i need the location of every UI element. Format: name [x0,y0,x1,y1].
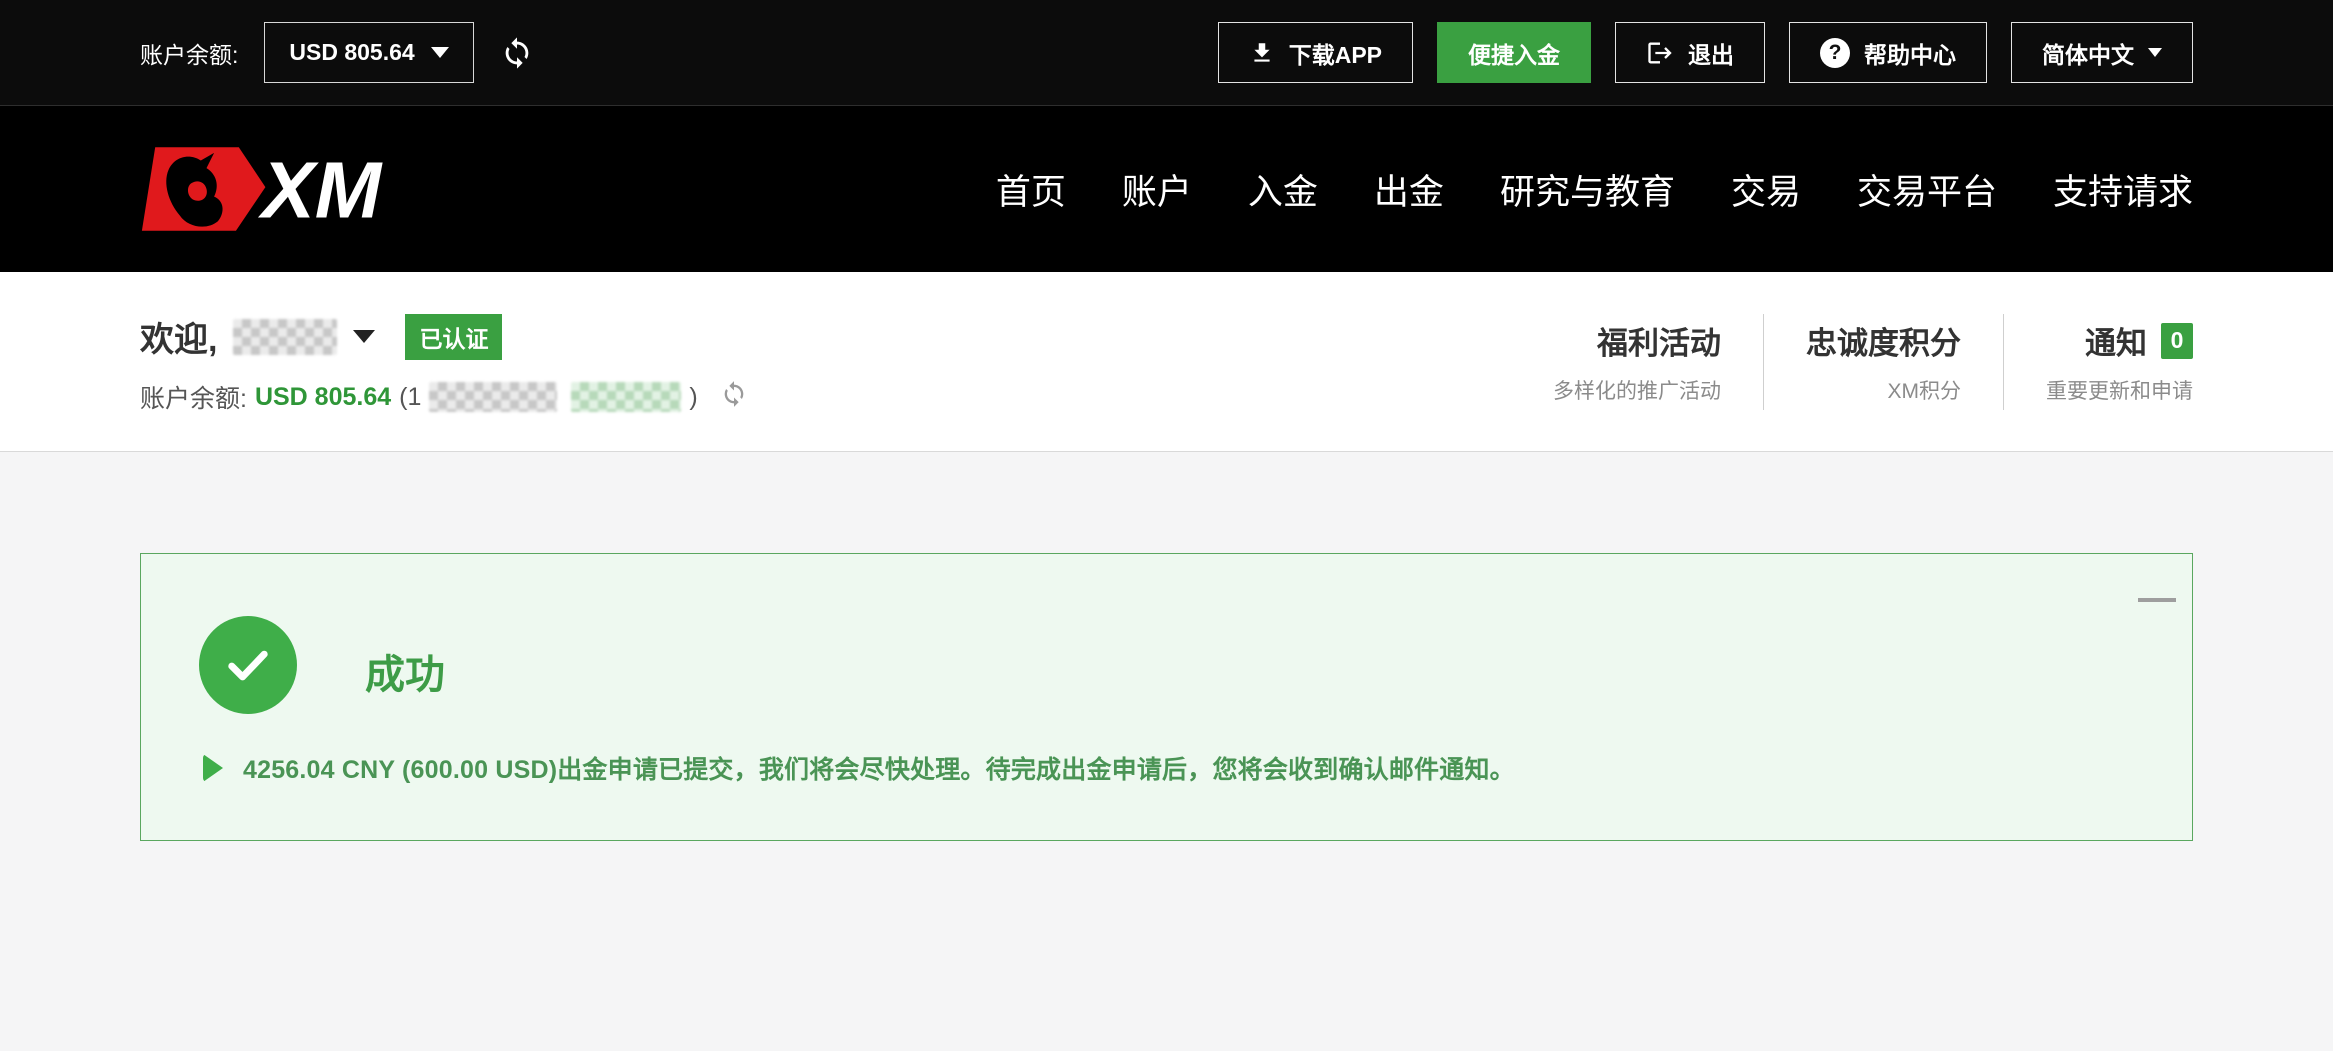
nav-item-trading[interactable]: 交易 [1731,164,1801,215]
account-balance-dropdown[interactable]: USD 805.64 [264,22,473,83]
nav-item-deposit[interactable]: 入金 [1248,164,1318,215]
main-nav-bar: XM 首页 账户 入金 出金 研究与教育 交易 交易平台 支持请求 [0,106,2333,272]
bullet-triangle-icon [203,754,223,782]
xm-member-page: 账户余额: USD 805.64 下载APP [0,0,2333,1051]
welcome-greeting: 欢迎, [140,312,217,361]
success-check-icon [199,616,297,714]
account-number-suffix: ) [689,383,697,412]
main-navigation: 首页 账户 入金 出金 研究与教育 交易 交易平台 支持请求 [996,164,2193,215]
refresh-balance-button[interactable] [500,36,534,70]
nav-item-withdraw[interactable]: 出金 [1374,164,1444,215]
chevron-down-icon [2148,48,2162,57]
welcome-strip: 欢迎, 已认证 账户余额: USD 805.64 (1 ) [0,272,2333,452]
help-icon: ? [1820,38,1850,68]
quick-deposit-label: 便捷入金 [1468,36,1560,70]
success-title: 成功 [365,642,445,700]
language-label: 简体中文 [2042,36,2134,70]
shortcut-title: 忠诚度积分 [1806,318,1961,363]
refresh-account-button[interactable] [720,380,748,415]
download-icon [1249,40,1275,66]
notification-count-badge: 0 [2161,323,2193,359]
balance-value: USD 805.64 [289,39,414,66]
shortcut-subtitle: XM积分 [1888,375,1962,405]
xm-logo[interactable]: XM [140,139,406,239]
download-app-button[interactable]: 下载APP [1218,22,1413,83]
brand-text: XM [258,146,383,235]
nav-item-home[interactable]: 首页 [996,164,1066,215]
refresh-icon [720,380,748,408]
shortcut-title: 福利活动 [1597,318,1721,363]
redacted-account-server [571,382,681,412]
redacted-username [233,319,337,355]
shortcut-promotions[interactable]: 福利活动 多样化的推广活动 [1553,318,1763,405]
nav-item-account[interactable]: 账户 [1122,164,1192,215]
redacted-account-number [429,382,557,412]
chevron-down-icon [431,47,449,58]
quick-deposit-button[interactable]: 便捷入金 [1437,22,1591,83]
nav-item-support[interactable]: 支持请求 [2053,164,2193,215]
nav-item-research-education[interactable]: 研究与教育 [1500,164,1675,215]
language-dropdown[interactable]: 简体中文 [2011,22,2193,83]
shortcut-subtitle: 多样化的推广活动 [1553,375,1721,405]
success-alert: 成功 4256.04 CNY (600.00 USD)出金申请已提交，我们将会尽… [140,553,2193,841]
download-app-label: 下载APP [1289,36,1382,70]
welcome-balance-value: USD 805.64 [255,383,391,412]
logout-label: 退出 [1688,36,1734,70]
welcome-balance-label: 账户余额: [140,379,247,415]
top-utility-bar: 账户余额: USD 805.64 下载APP [0,0,2333,106]
shortcut-loyalty-points[interactable]: 忠诚度积分 XM积分 [1764,318,2003,405]
balance-label: 账户余额: [140,36,238,70]
account-number-prefix: (1 [399,383,421,412]
success-message: 4256.04 CNY (600.00 USD)出金申请已提交，我们将会尽快处理… [243,750,1515,786]
refresh-icon [500,36,534,70]
logout-button[interactable]: 退出 [1615,22,1765,83]
account-menu-caret-icon[interactable] [353,330,375,343]
help-center-label: 帮助中心 [1864,36,1956,70]
nav-item-platforms[interactable]: 交易平台 [1857,164,1997,215]
help-center-button[interactable]: ? 帮助中心 [1789,22,1987,83]
verified-status-badge: 已认证 [405,314,502,360]
main-content: 成功 4256.04 CNY (600.00 USD)出金申请已提交，我们将会尽… [0,553,2333,1051]
shortcut-title: 通知 [2085,318,2147,363]
collapse-alert-button[interactable] [2138,598,2176,602]
logout-icon [1646,39,1674,67]
shortcut-subtitle: 重要更新和申请 [2046,375,2193,405]
shortcut-notifications[interactable]: 通知 0 重要更新和申请 [2004,318,2193,405]
